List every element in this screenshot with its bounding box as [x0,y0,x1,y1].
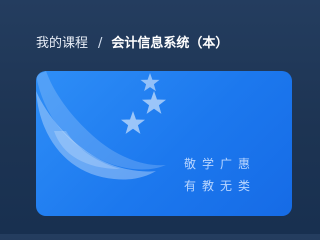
university-motto: 敬学广惠 有教无类 [184,153,256,197]
breadcrumb-separator: / [98,36,103,51]
motto-line-1: 敬学广惠 [184,157,257,171]
motto-line-2: 有教无类 [184,179,257,193]
star-icon [140,73,160,92]
star-icon [121,111,145,134]
star-icon [142,91,166,114]
course-cover-card[interactable]: 敬学广惠 有教无类 [36,71,292,216]
breadcrumb-my-courses-link[interactable]: 我的课程 [36,33,88,55]
breadcrumb-current-course: 会计信息系统（本） [111,36,229,51]
course-page: { "breadcrumb": { "parent": "我的课程", "sep… [0,0,300,234]
breadcrumb: 我的课程 / 会计信息系统（本） [36,33,228,55]
